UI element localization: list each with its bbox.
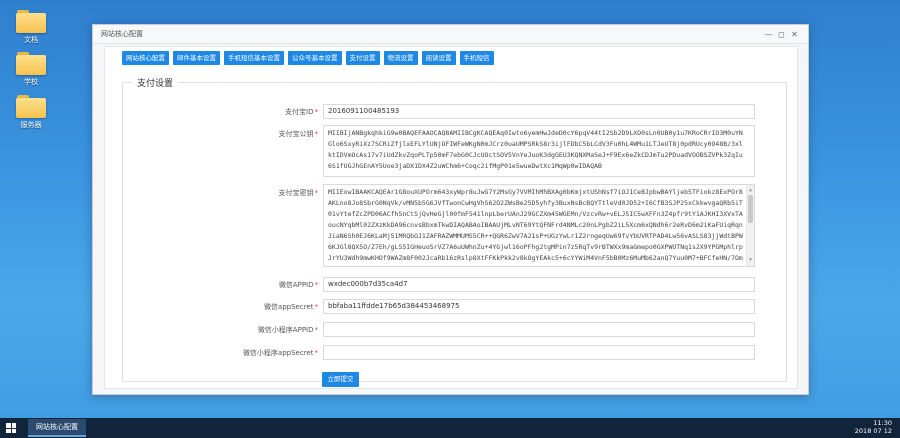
window-title: 网站核心配置 — [101, 30, 143, 38]
tab-logistics[interactable]: 物流设置 — [383, 51, 418, 65]
miniprogram-appid-input[interactable] — [323, 322, 755, 337]
settings-toolbar: 网站核心配置 邮件基本设置 手机短信基本设置 公众号基本设置 支付设置 物流设置… — [122, 51, 494, 65]
scroll-thumb[interactable] — [748, 195, 753, 223]
close-button[interactable]: ✕ — [789, 30, 800, 39]
maximize-button[interactable]: ◻ — [776, 30, 787, 39]
desktop-icon-documents[interactable]: 文档 — [14, 10, 48, 45]
app-window: 网站核心配置 — ◻ ✕ 网站核心配置 邮件基本设置 手机短信基本设置 公众号基… — [92, 24, 809, 395]
tab-site-core[interactable]: 网站核心配置 — [122, 51, 169, 65]
miniprogram-appsecret-input[interactable] — [323, 345, 755, 360]
payment-settings-fieldset: 支付设置 支付宝ID* 2016091100485193 支付宝公钥* MIIB… — [122, 76, 787, 382]
private-key-textarea[interactable]: MIIEowIBAAKCAQEAr1G8ouXUPOrm643xyWpr8uJw… — [323, 184, 755, 267]
window-titlebar[interactable]: 网站核心配置 — ◻ ✕ — [93, 25, 808, 44]
miniprogram-appid-label: 微信小程序APPID* — [257, 326, 318, 334]
desktop-icon-label: 学校 — [24, 78, 38, 86]
start-button[interactable] — [0, 418, 22, 438]
tab-email[interactable]: 邮件基本设置 — [173, 51, 220, 65]
wechat-appid-label: 微信APPID* — [278, 281, 318, 289]
folder-icon — [16, 52, 46, 75]
public-key-label: 支付宝公钥* — [278, 130, 319, 138]
fieldset-legend: 支付设置 — [132, 76, 179, 89]
desktop-icon-server[interactable]: 服务器 — [14, 95, 48, 130]
private-key-label: 支付宝密钥* — [278, 189, 319, 197]
system-clock[interactable]: 11:30 2018 07 12 — [855, 419, 892, 435]
wechat-appsecret-label: 微信appSecret* — [263, 303, 318, 311]
windows-logo-icon — [6, 423, 16, 433]
clock-date: 2018 07 12 — [854, 427, 892, 435]
merchant-id-input[interactable]: 2016091100485193 — [323, 104, 755, 119]
clock-time: 11:30 — [873, 419, 892, 427]
merchant-id-label: 支付宝ID* — [285, 108, 318, 116]
folder-icon — [16, 10, 46, 33]
wechat-appid-input[interactable]: wxdec000b7d35ca4d7 — [323, 277, 755, 292]
miniprogram-appsecret-label: 微信小程序appSecret* — [242, 349, 318, 357]
public-key-text: MIIBIjANBgkqhkiG9w0BAQEFAAOCAQ8AMIIBCgKC… — [328, 129, 743, 170]
tab-reading[interactable]: 阅读设置 — [421, 51, 456, 65]
wechat-appsecret-input[interactable]: bbfaba11ffdde17b65d384453468975 — [323, 299, 755, 314]
desktop-icon-label: 文档 — [24, 36, 38, 44]
tab-official-account[interactable]: 公众号基本设置 — [288, 51, 342, 65]
taskbar-item-active[interactable]: 网站核心配置 — [28, 419, 86, 437]
tab-sms[interactable]: 手机短信基本设置 — [224, 51, 284, 65]
tab-payment[interactable]: 支付设置 — [345, 51, 380, 65]
submit-button[interactable]: 立即提交 — [322, 372, 359, 387]
private-key-text: MIIEowIBAAKCAQEAr1G8ouXUPOrm643xyWpr8uJw… — [328, 188, 743, 266]
desktop-icon-school[interactable]: 学校 — [14, 52, 48, 87]
content-panel: 网站核心配置 邮件基本设置 手机短信基本设置 公众号基本设置 支付设置 物流设置… — [104, 46, 798, 389]
public-key-textarea[interactable]: MIIBIjANBgkqhkiG9w0BAQEFAAOCAQ8AMIIBCgKC… — [323, 125, 755, 177]
private-key-scrollbar[interactable]: ▲ ▼ — [746, 185, 754, 266]
taskbar: 网站核心配置 11:30 2018 07 12 — [0, 418, 900, 438]
scroll-down-icon[interactable]: ▼ — [747, 255, 754, 266]
minimize-button[interactable]: — — [763, 30, 774, 39]
desktop-icon-label: 服务器 — [20, 121, 42, 129]
folder-icon — [16, 95, 46, 118]
tab-mobile-sms[interactable]: 手机短信 — [459, 51, 494, 65]
